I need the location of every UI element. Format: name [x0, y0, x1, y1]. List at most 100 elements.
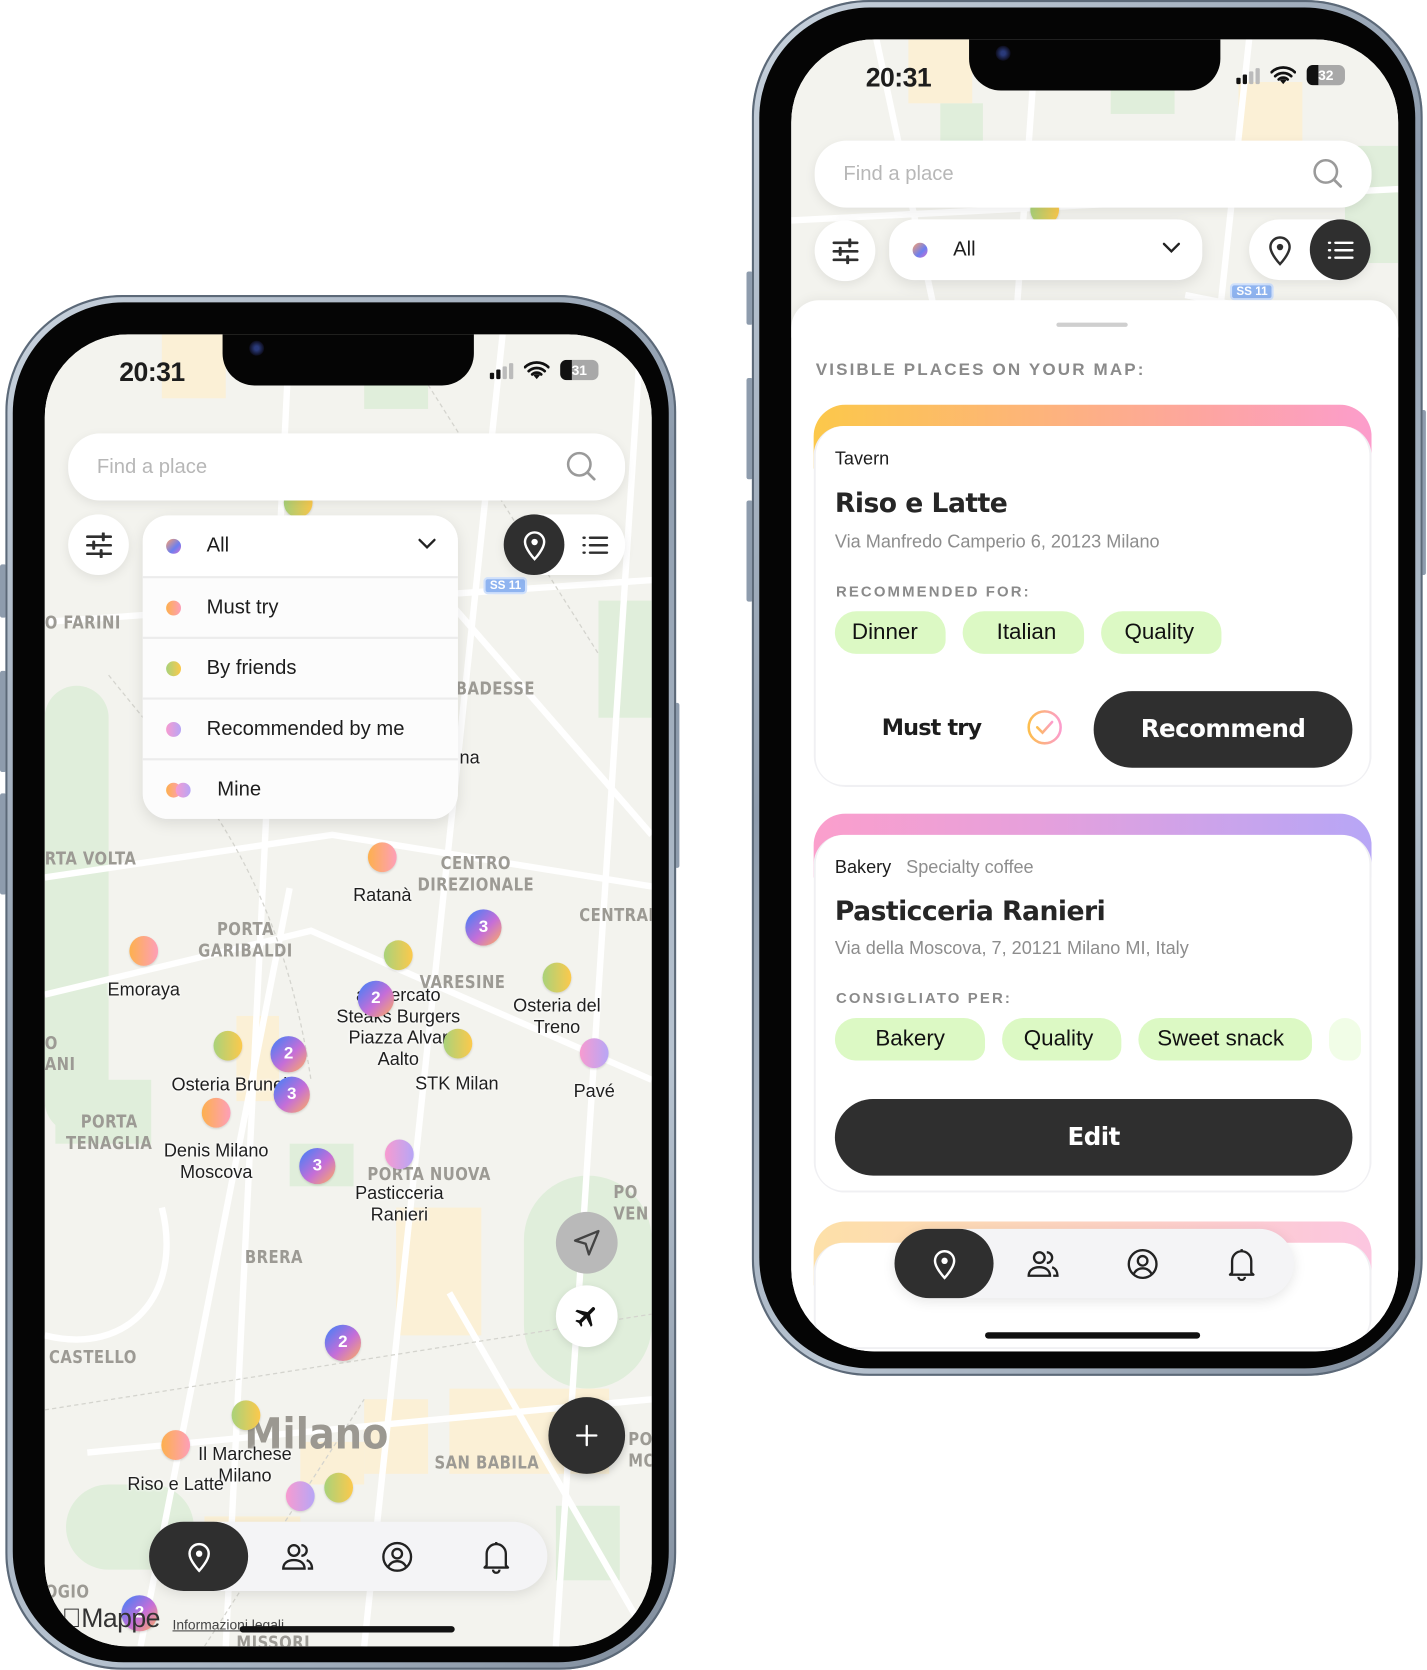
- tab-profile[interactable]: [347, 1522, 446, 1591]
- place-name[interactable]: Riso e Latte: [835, 488, 1008, 519]
- home-indicator[interactable]: [985, 1332, 1201, 1339]
- search-icon[interactable]: [565, 450, 597, 482]
- tab-map[interactable]: [149, 1521, 249, 1591]
- map-pin-by-friends[interactable]: [443, 1028, 473, 1059]
- map-place-label[interactable]: Emoraya: [108, 980, 180, 1001]
- map-pin-recommended-by-me[interactable]: [579, 1038, 609, 1069]
- filter-option-all[interactable]: All: [142, 515, 458, 577]
- tab-friends[interactable]: [248, 1522, 347, 1591]
- map-place-label[interactable]: Ratanà: [353, 885, 411, 906]
- highway-badge: SS 11: [1229, 283, 1275, 301]
- map-place-label[interactable]: Pavé: [574, 1081, 615, 1102]
- tab-map[interactable]: [894, 1228, 994, 1299]
- map-pin-cluster[interactable]: 2: [324, 1324, 362, 1361]
- sliders-icon: [832, 238, 858, 264]
- recommended-dot-icon: [166, 721, 182, 737]
- map-place-label[interactable]: al Mercato Steaks Burgers: [336, 985, 460, 1028]
- filter-dropdown[interactable]: All: [889, 219, 1203, 281]
- map-pin-must-try[interactable]: [161, 1430, 191, 1460]
- tag-chip: Italian: [962, 611, 1084, 654]
- map-place-label[interactable]: Piazza Alvar Aalto: [348, 1028, 448, 1071]
- map-district-label: PORTA GARIBALDI: [198, 919, 293, 962]
- status-time: 20:31: [865, 62, 932, 93]
- plus-icon: [576, 1424, 598, 1447]
- map-pin-cluster[interactable]: 3: [273, 1076, 310, 1113]
- map-pin-by-friends[interactable]: [324, 1472, 354, 1503]
- map-pin-cluster[interactable]: 3: [299, 1147, 336, 1185]
- map-pin-by-friends[interactable]: [231, 1400, 261, 1431]
- map-pin-must-try[interactable]: [367, 842, 397, 873]
- place-category: Bakery: [834, 857, 892, 878]
- map-place-label[interactable]: STK Milan: [415, 1073, 499, 1094]
- filters-button[interactable]: [68, 514, 129, 576]
- map-view-button[interactable]: [503, 514, 565, 576]
- map-pin-must-try[interactable]: [201, 1097, 231, 1128]
- map-pin-recommended-by-me[interactable]: [285, 1481, 315, 1512]
- filter-option-recommended-by-me[interactable]: Recommended by me: [142, 697, 458, 759]
- tab-profile[interactable]: [1093, 1229, 1192, 1298]
- search-input[interactable]: [96, 433, 545, 501]
- list-view-button[interactable]: [1309, 219, 1371, 281]
- map-view-button[interactable]: [1249, 219, 1310, 280]
- view-mode-toggle[interactable]: [503, 514, 626, 576]
- chevron-down-icon[interactable]: [417, 537, 436, 550]
- filter-option-label: All: [206, 534, 230, 557]
- must-try-check-icon[interactable]: [1027, 709, 1063, 745]
- map-place-label[interactable]: Denis Milano Moscova: [164, 1141, 269, 1184]
- tag-chip: Dinner: [834, 611, 946, 654]
- tab-friends[interactable]: [994, 1229, 1093, 1298]
- search-bar[interactable]: [68, 433, 626, 501]
- place-category: Tavern: [834, 448, 890, 469]
- search-bar[interactable]: [814, 140, 1372, 208]
- map-pin-by-friends[interactable]: [213, 1030, 243, 1061]
- recommend-button[interactable]: Recommend: [1093, 691, 1353, 768]
- chevron-down-icon[interactable]: [1162, 241, 1181, 254]
- tab-notifications[interactable]: [446, 1522, 545, 1591]
- filter-dropdown[interactable]: All Must try By friends Recommended by m…: [142, 515, 458, 819]
- map-district-label: RTA VOLTA: [44, 848, 137, 871]
- map-pin-recommended-by-me[interactable]: [384, 1139, 414, 1170]
- place-card[interactable]: Tavern Riso e Latte Via Manfredo Camperi…: [813, 404, 1372, 787]
- edit-button[interactable]: Edit: [834, 1098, 1353, 1176]
- filter-option-by-friends[interactable]: By friends: [142, 636, 458, 698]
- filter-select-all[interactable]: All: [889, 219, 1203, 281]
- map-screen: O FARINI BADESSE RTA VOLTA CENTRO DIREZI…: [44, 334, 652, 1647]
- battery-icon: 32: [1306, 64, 1345, 86]
- map-pin-cluster[interactable]: 2: [270, 1036, 307, 1073]
- travel-mode-button[interactable]: [555, 1285, 618, 1348]
- map-pin-must-try[interactable]: [129, 936, 159, 966]
- map-pin-cluster[interactable]: 3: [465, 909, 502, 946]
- location-pin-icon: [933, 1249, 955, 1280]
- home-indicator[interactable]: [239, 1626, 455, 1633]
- map-pin-by-friends[interactable]: [383, 940, 413, 971]
- map-place-label[interactable]: Osteria del Treno: [510, 996, 605, 1039]
- place-card[interactable]: Bakery Specialty coffee Pasticceria Ranie…: [813, 813, 1372, 1193]
- filter-option-mine[interactable]: Mine: [142, 758, 458, 819]
- maps-attribution-text: Mappe: [61, 1603, 160, 1634]
- tab-notifications[interactable]: [1192, 1229, 1291, 1298]
- place-name[interactable]: Pasticceria Ranieri: [835, 896, 1106, 927]
- view-mode-toggle[interactable]: [1249, 219, 1371, 281]
- map-place-label[interactable]: Pasticceria Ranieri: [355, 1183, 444, 1226]
- filters-button[interactable]: [814, 220, 876, 282]
- tag-chip: Bakery: [834, 1018, 986, 1061]
- must-try-dot-icon: [166, 600, 182, 615]
- recenter-location-button[interactable]: [555, 1211, 618, 1274]
- map-district-label: PORTA NUOVA: [367, 1163, 491, 1186]
- user-circle-icon: [381, 1541, 412, 1572]
- list-view-button[interactable]: [564, 514, 625, 575]
- add-place-button[interactable]: [548, 1397, 626, 1474]
- sheet-drag-handle[interactable]: [1056, 322, 1128, 327]
- search-input[interactable]: [843, 140, 1291, 208]
- tag-chip-overflow: [1328, 1018, 1361, 1061]
- map-place-label[interactable]: Riso e Latte: [127, 1474, 224, 1495]
- people-icon: [1026, 1250, 1059, 1277]
- map-pin-cluster[interactable]: 2: [357, 980, 395, 1017]
- list-icon: [581, 536, 608, 554]
- map-pin-by-friends[interactable]: [542, 962, 572, 993]
- search-icon[interactable]: [1312, 158, 1344, 190]
- battery-icon: 31: [560, 359, 599, 381]
- bell-icon: [1228, 1248, 1255, 1281]
- highway-badge: SS 11: [483, 577, 528, 595]
- filter-option-must-try[interactable]: Must try: [142, 576, 458, 637]
